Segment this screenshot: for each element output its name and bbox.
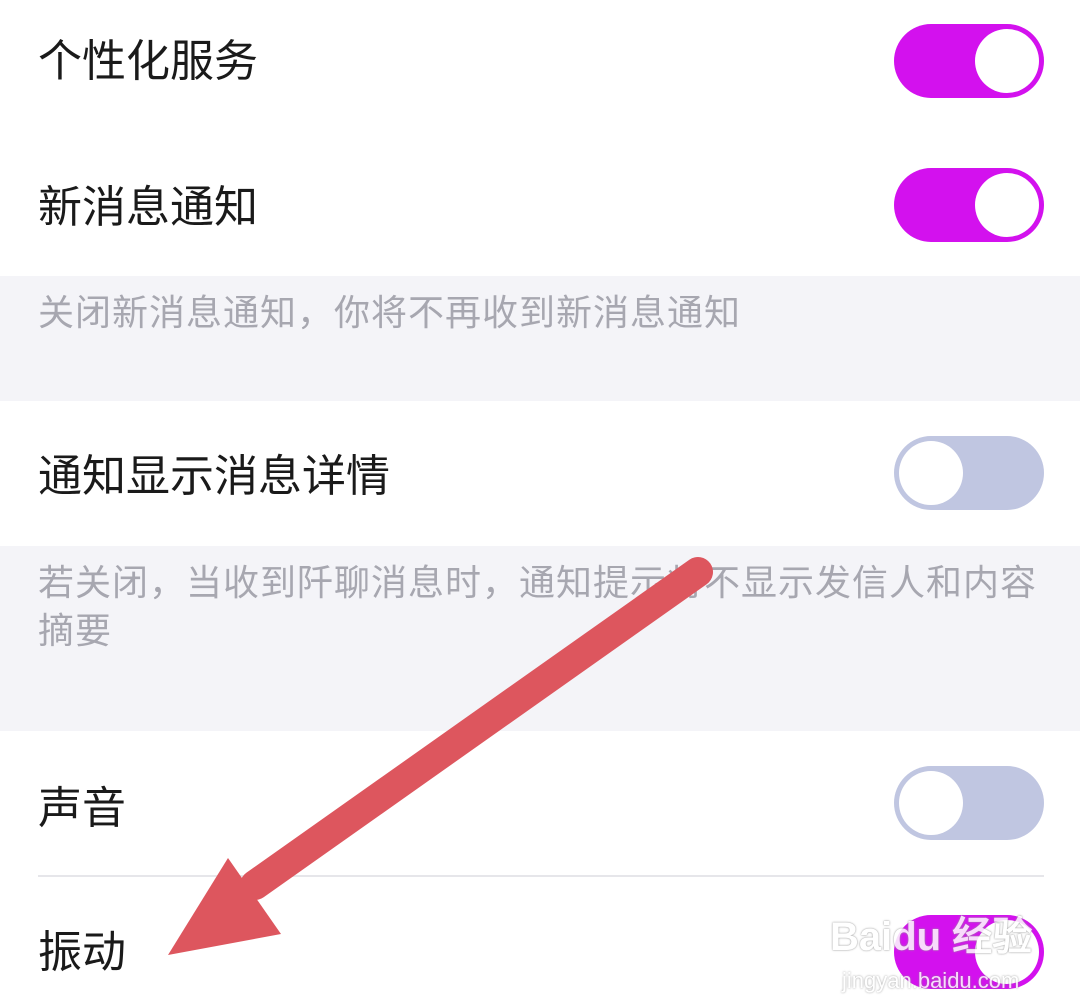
setting-label: 个性化服务 [38,36,258,87]
setting-row-personalized-service: 个性化服务 [0,0,1080,128]
watermark-logo: Baidu 经验 [830,915,1033,959]
toggle-knob [899,441,963,505]
notification-details-toggle[interactable] [894,436,1044,510]
toggle-knob [975,173,1039,237]
note-text: 若关闭，当收到阡聊消息时，通知提示将不显示发信人和内容摘要 [38,563,1038,652]
setting-label: 通知显示消息详情 [38,451,390,502]
setting-label: 振动 [38,927,126,978]
setting-row-notification-details: 通知显示消息详情 [0,401,1080,546]
setting-label: 新消息通知 [38,182,258,233]
new-message-notification-toggle[interactable] [894,168,1044,242]
setting-label: 声音 [38,783,126,834]
notification-details-note: 若关闭，当收到阡聊消息时，通知提示将不显示发信人和内容摘要 [0,546,1080,731]
note-text: 关闭新消息通知，你将不再收到新消息通知 [38,293,742,334]
toggle-knob [975,29,1039,93]
toggle-knob [899,771,963,835]
new-message-notification-note: 关闭新消息通知，你将不再收到新消息通知 [0,276,1080,401]
baidu-watermark: Baidu 经验 jingyan.baidu.com [830,912,1050,1002]
setting-row-sound: 声音 [0,731,1080,876]
setting-row-new-message-notification: 新消息通知 [0,128,1080,276]
watermark-url: jingyan.baidu.com [842,968,1020,993]
personalized-service-toggle[interactable] [894,24,1044,98]
sound-toggle[interactable] [894,766,1044,840]
